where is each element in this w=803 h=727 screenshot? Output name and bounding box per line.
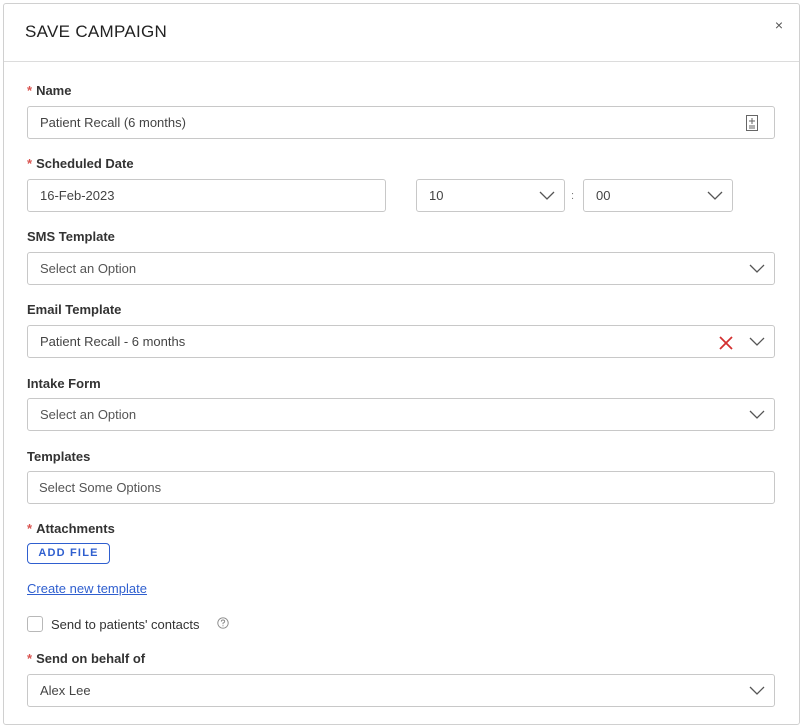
intake-form-placeholder: Select an Option (40, 407, 137, 422)
sms-template-label: SMS Template (27, 229, 115, 244)
dialog-title: SAVE CAMPAIGN (25, 22, 168, 41)
email-template-label: Email Template (27, 302, 122, 317)
clear-x-icon[interactable] (718, 335, 734, 351)
date-value: 16-Feb-2023 (40, 188, 115, 203)
chevron-down-icon (749, 264, 765, 273)
templates-placeholder: Select Some Options (39, 480, 162, 495)
help-icon[interactable] (217, 617, 229, 629)
name-input[interactable]: Patient Recall (6 months) (27, 106, 775, 139)
chevron-down-icon (749, 410, 765, 419)
email-template-value: Patient Recall - 6 months (40, 334, 186, 349)
chevron-down-icon (749, 686, 765, 695)
date-input[interactable]: 16-Feb-2023 (27, 179, 386, 212)
templates-label: Templates (27, 449, 91, 464)
intake-form-label: Intake Form (27, 376, 101, 391)
intake-form-select[interactable]: Select an Option (27, 398, 775, 431)
send-on-behalf-label-text: Send on behalf of (36, 651, 146, 666)
required-mark: * (27, 83, 33, 98)
minute-value: 00 (596, 188, 611, 203)
required-mark: * (27, 156, 33, 171)
name-label: * Name (27, 83, 71, 98)
chevron-down-icon (749, 337, 765, 346)
templates-multiselect[interactable]: Select Some Options (27, 471, 775, 504)
send-to-contacts-label: Send to patients' contacts (51, 617, 200, 632)
save-campaign-dialog: SAVE CAMPAIGN × * Name Patient Recall (6 … (3, 3, 800, 725)
create-new-template-link[interactable]: Create new template (27, 581, 147, 596)
send-on-behalf-select[interactable]: Alex Lee (27, 674, 775, 707)
time-separator: : (571, 190, 575, 202)
required-mark: * (27, 651, 33, 666)
send-to-contacts-checkbox[interactable] (27, 616, 43, 632)
sms-template-placeholder: Select an Option (40, 261, 137, 276)
sms-template-select[interactable]: Select an Option (27, 252, 775, 285)
minute-select[interactable]: 00 (583, 179, 733, 212)
scheduled-date-label: * Scheduled Date (27, 156, 134, 171)
document-icon[interactable] (746, 115, 758, 131)
scheduled-date-label-text: Scheduled Date (36, 156, 134, 171)
name-value: Patient Recall (6 months) (40, 115, 186, 130)
send-on-behalf-label: * Send on behalf of (27, 651, 145, 666)
send-on-behalf-value: Alex Lee (40, 683, 91, 698)
attachments-label: * Attachments (27, 521, 115, 536)
dialog-header: SAVE CAMPAIGN × (4, 4, 799, 62)
hour-value: 10 (429, 188, 444, 203)
chevron-down-icon (539, 191, 555, 200)
name-label-text: Name (36, 83, 72, 98)
close-button[interactable]: × (775, 18, 783, 32)
hour-select[interactable]: 10 (416, 179, 565, 212)
add-file-button[interactable]: ADD FILE (27, 543, 110, 564)
chevron-down-icon (707, 191, 723, 200)
attachments-label-text: Attachments (36, 521, 115, 536)
required-mark: * (27, 521, 33, 536)
email-template-select[interactable]: Patient Recall - 6 months (27, 325, 775, 358)
